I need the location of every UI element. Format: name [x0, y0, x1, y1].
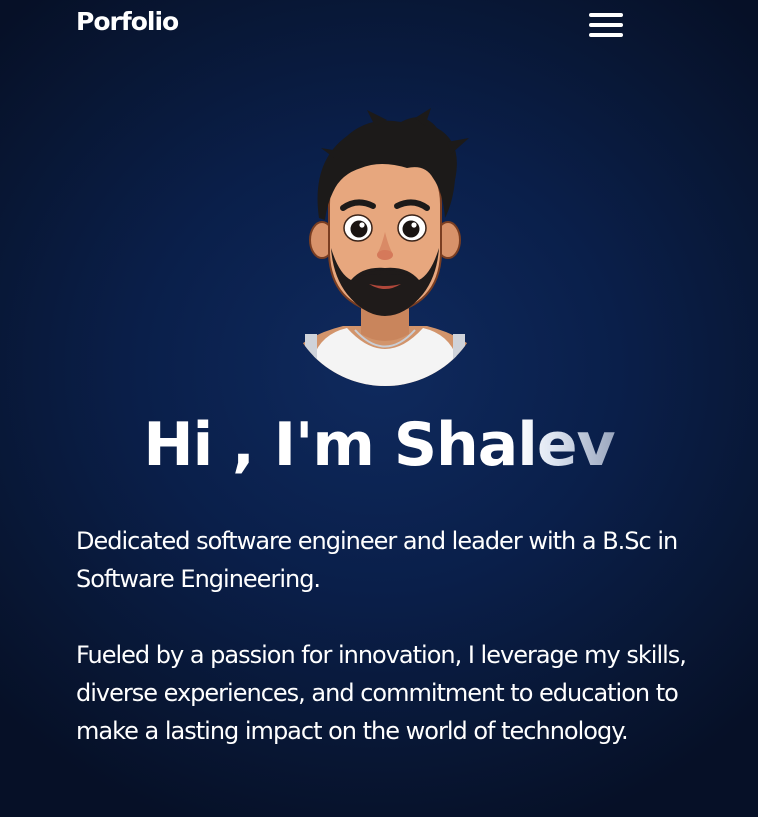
hamburger-menu-icon-bar [589, 13, 623, 17]
avatar-icon [285, 108, 485, 386]
greeting-main-text: Hi , I'm Sha [143, 410, 518, 480]
hamburger-menu-icon-bar [589, 23, 623, 27]
navbar: Porfolio [0, 0, 758, 50]
intro-paragraph: Fueled by a passion for innovation, I le… [76, 641, 687, 745]
intro-text: Dedicated software engineer and leader w… [76, 522, 696, 750]
avatar [285, 108, 485, 390]
brand-logo[interactable]: Porfolio [76, 7, 179, 36]
intro-paragraph: Dedicated software engineer and leader w… [76, 527, 678, 593]
greeting-fade-text: lev [517, 410, 615, 480]
hamburger-menu-icon-bar [589, 33, 623, 37]
hamburger-menu-button[interactable] [586, 10, 626, 40]
hero-greeting: Hi , I'm Shalev [0, 400, 758, 490]
